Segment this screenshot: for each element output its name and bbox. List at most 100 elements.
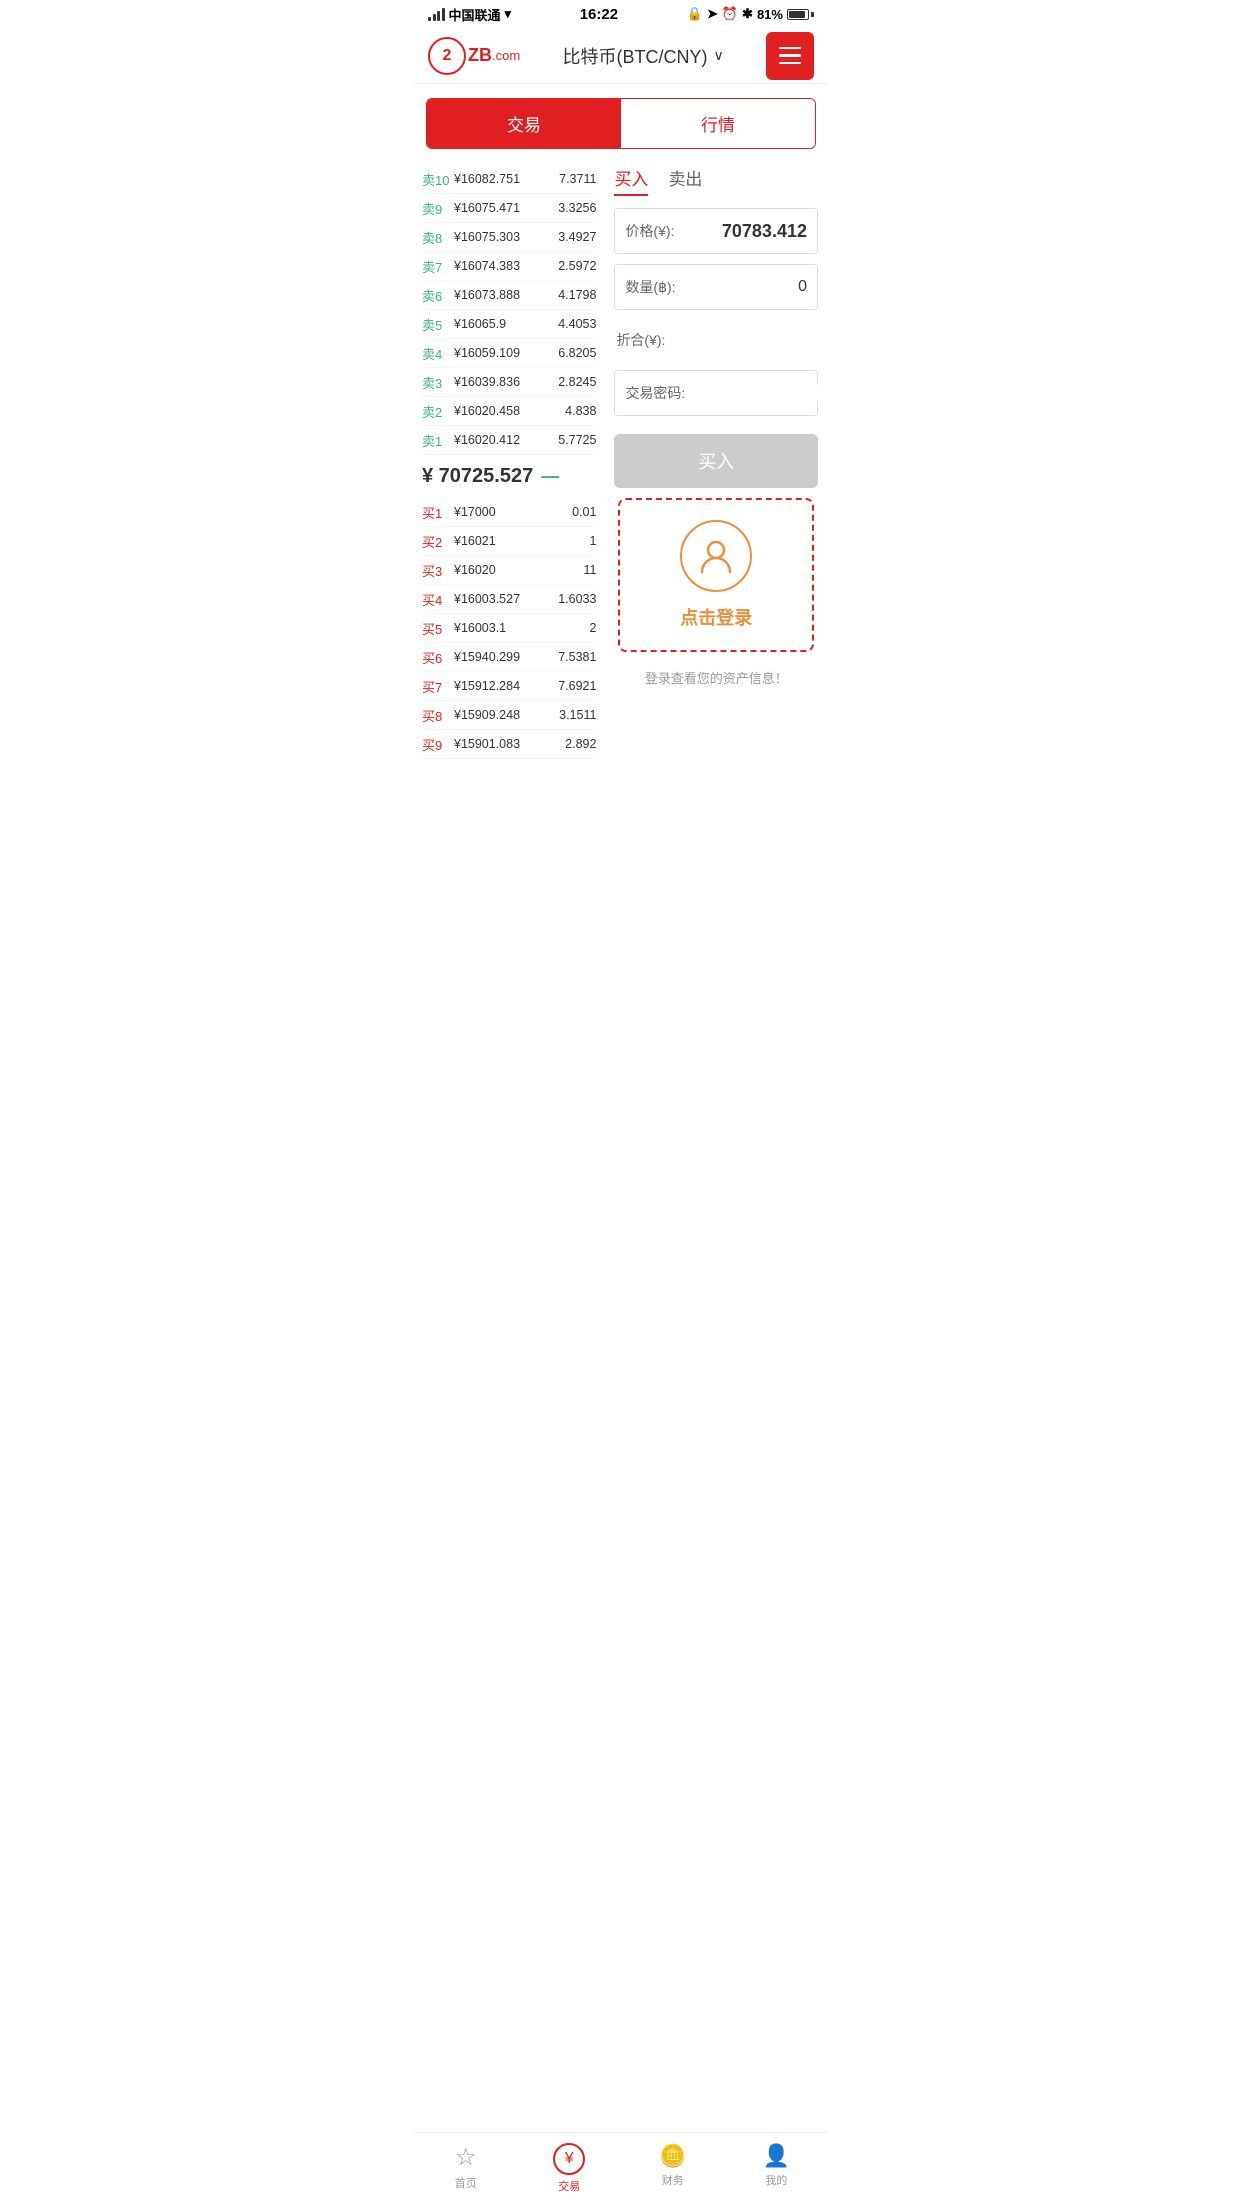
- buy-tab[interactable]: 买入: [614, 165, 648, 196]
- buy-qty-8: 3.1511: [559, 708, 596, 722]
- logo-com: .com: [492, 48, 520, 63]
- sell-label-7: 卖7: [422, 257, 450, 276]
- buy-qty-3: 11: [583, 563, 596, 577]
- sell-qty-8: 3.4927: [558, 230, 596, 244]
- nav-profile[interactable]: 👤 我的: [725, 2133, 829, 2208]
- trade-panel: 买入 卖出 价格(¥): 70783.412 数量(฿): 0 折合(¥):: [604, 159, 828, 765]
- sell-qty-6: 4.1798: [558, 288, 596, 302]
- menu-button[interactable]: [766, 32, 814, 80]
- password-row: 交易密码:: [614, 370, 818, 416]
- tab-market[interactable]: 行情: [621, 99, 815, 148]
- header-title[interactable]: 比特币(BTC/CNY) ∨: [562, 43, 723, 69]
- profile-icon: 👤: [763, 2143, 790, 2169]
- buy-qty-2: 1: [589, 534, 596, 548]
- battery-icon: [787, 9, 814, 20]
- qty-value[interactable]: 0: [695, 278, 807, 296]
- qty-group: 数量(฿): 0: [614, 264, 818, 310]
- price-label: 价格(¥):: [625, 221, 695, 241]
- status-left: 中国联通 ▾: [428, 5, 511, 24]
- menu-line-2: [779, 54, 801, 57]
- bluetooth-icon: ✱: [742, 6, 753, 22]
- sell-qty-2: 4.838: [565, 404, 596, 418]
- buy-price-9: ¥15901.083: [450, 737, 565, 751]
- price-value[interactable]: 70783.412: [695, 221, 807, 242]
- password-group: 交易密码:: [614, 370, 818, 416]
- buy-sell-tabs: 买入 卖出: [614, 165, 818, 196]
- price-row: 价格(¥): 70783.412: [614, 208, 818, 254]
- buy-orders-list: 买1 ¥17000 0.01 买2 ¥16021 1 买3 ¥16020 11 …: [422, 498, 596, 759]
- sell-label-10: 卖10: [422, 170, 450, 189]
- buy-label-6: 买6: [422, 648, 450, 667]
- buy-order-8: 买8 ¥15909.248 3.1511: [422, 701, 596, 730]
- login-text[interactable]: 点击登录: [680, 604, 752, 630]
- status-right: 🔒 ➤ ⏰ ✱ 81%: [687, 6, 814, 22]
- buy-label-9: 买9: [422, 735, 450, 754]
- buy-order-6: 买6 ¥15940.299 7.5381: [422, 643, 596, 672]
- login-box[interactable]: 点击登录: [618, 498, 814, 652]
- carrier-label: 中国联通: [449, 5, 501, 24]
- sell-label-4: 卖4: [422, 344, 450, 363]
- sell-label-6: 卖6: [422, 286, 450, 305]
- buy-label-3: 买3: [422, 561, 450, 580]
- price-group: 价格(¥): 70783.412: [614, 208, 818, 254]
- sell-label-1: 卖1: [422, 431, 450, 450]
- buy-button[interactable]: 买入: [614, 434, 818, 488]
- sell-orders-list: 卖10 ¥16082.751 7.3711 卖9 ¥16075.471 3.32…: [422, 165, 596, 455]
- sell-label-9: 卖9: [422, 199, 450, 218]
- buy-price-5: ¥16003.1: [450, 621, 589, 635]
- sell-price-10: ¥16082.751: [450, 172, 559, 186]
- main-content: 卖10 ¥16082.751 7.3711 卖9 ¥16075.471 3.32…: [414, 159, 828, 765]
- buy-qty-7: 7.6921: [558, 679, 596, 693]
- profile-label: 我的: [765, 2172, 787, 2188]
- mid-price: ¥ 70725.527 —: [422, 455, 596, 498]
- logo-circle: 2: [428, 37, 466, 75]
- dropdown-arrow[interactable]: ∨: [713, 47, 723, 64]
- nav-finance[interactable]: 🪙 财务: [621, 2133, 725, 2208]
- sell-order-2: 卖2 ¥16020.458 4.838: [422, 397, 596, 426]
- buy-price-4: ¥16003.527: [450, 592, 558, 606]
- buy-price-7: ¥15912.284: [450, 679, 558, 693]
- sell-price-3: ¥16039.836: [450, 375, 558, 389]
- buy-label-8: 买8: [422, 706, 450, 725]
- buy-label-7: 买7: [422, 677, 450, 696]
- buy-qty-4: 1.6033: [558, 592, 596, 606]
- sell-qty-10: 7.3711: [559, 172, 596, 186]
- password-label: 交易密码:: [625, 383, 695, 403]
- buy-order-3: 买3 ¥16020 11: [422, 556, 596, 585]
- nav-home[interactable]: ☆ 首页: [414, 2133, 518, 2208]
- buy-label-4: 买4: [422, 590, 450, 609]
- login-avatar-icon: [680, 520, 752, 592]
- buy-price-8: ¥15909.248: [450, 708, 559, 722]
- sell-price-4: ¥16059.109: [450, 346, 558, 360]
- logo-text: ZB: [468, 45, 492, 66]
- lock-icon: 🔒: [687, 6, 703, 22]
- signal-icon: [428, 7, 445, 21]
- location-icon: ➤: [707, 6, 718, 22]
- sell-qty-4: 6.8205: [558, 346, 596, 360]
- sell-label-3: 卖3: [422, 373, 450, 392]
- password-input[interactable]: [695, 385, 876, 401]
- buy-order-7: 买7 ¥15912.284 7.6921: [422, 672, 596, 701]
- finance-label: 财务: [662, 2172, 684, 2188]
- sell-order-8: 卖8 ¥16075.303 3.4927: [422, 223, 596, 252]
- wifi-icon: ▾: [505, 6, 512, 22]
- nav-trade[interactable]: ¥ 交易: [518, 2133, 622, 2208]
- sell-qty-5: 4.4053: [558, 317, 596, 331]
- finance-icon: 🪙: [659, 2143, 686, 2169]
- buy-qty-6: 7.5381: [558, 650, 596, 664]
- sell-price-2: ¥16020.458: [450, 404, 565, 418]
- qty-row: 数量(฿): 0: [614, 264, 818, 310]
- buy-order-1: 买1 ¥17000 0.01: [422, 498, 596, 527]
- sell-tab[interactable]: 卖出: [668, 165, 702, 196]
- sell-label-5: 卖5: [422, 315, 450, 334]
- alarm-icon: ⏰: [722, 6, 738, 22]
- tab-trade[interactable]: 交易: [427, 99, 621, 148]
- buy-price-3: ¥16020: [450, 563, 583, 577]
- buy-price-2: ¥16021: [450, 534, 589, 548]
- sell-price-1: ¥16020.412: [450, 433, 558, 447]
- buy-label-2: 买2: [422, 532, 450, 551]
- buy-price-1: ¥17000: [450, 505, 572, 519]
- trade-icon: ¥: [553, 2143, 585, 2175]
- time-label: 16:22: [580, 6, 618, 23]
- header: 2 ZB .com 比特币(BTC/CNY) ∨: [414, 28, 828, 84]
